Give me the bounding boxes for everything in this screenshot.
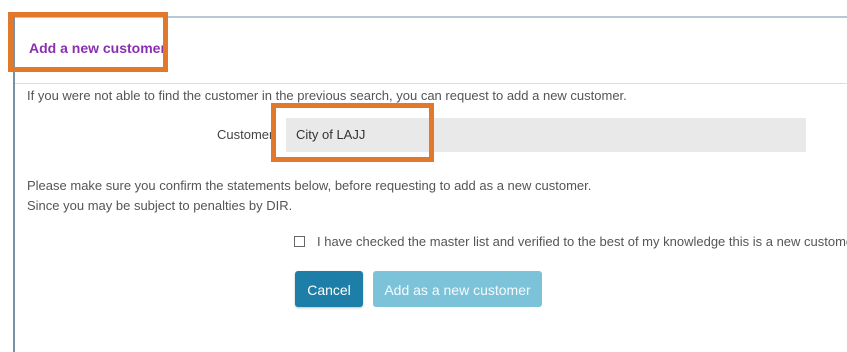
cancel-button[interactable]: Cancel xyxy=(295,271,363,307)
verification-checkbox[interactable] xyxy=(294,236,305,247)
header-divider xyxy=(15,83,847,84)
customer-label: Customer xyxy=(217,127,274,142)
add-as-new-customer-button[interactable]: Add as a new customer xyxy=(373,271,542,307)
verification-checkbox-label[interactable]: I have checked the master list and verif… xyxy=(317,234,847,249)
title-highlight-box xyxy=(8,12,168,72)
verification-checkbox-row[interactable]: I have checked the master list and verif… xyxy=(294,234,847,249)
confirm-instruction-line-1: Please make sure you confirm the stateme… xyxy=(27,178,592,193)
field-highlight-box xyxy=(271,103,434,162)
add-customer-page: Add a new customer If you were not able … xyxy=(0,0,847,352)
intro-text: If you were not able to find the custome… xyxy=(27,88,627,103)
confirm-instruction-line-2: Since you may be subject to penalties by… xyxy=(27,198,293,213)
